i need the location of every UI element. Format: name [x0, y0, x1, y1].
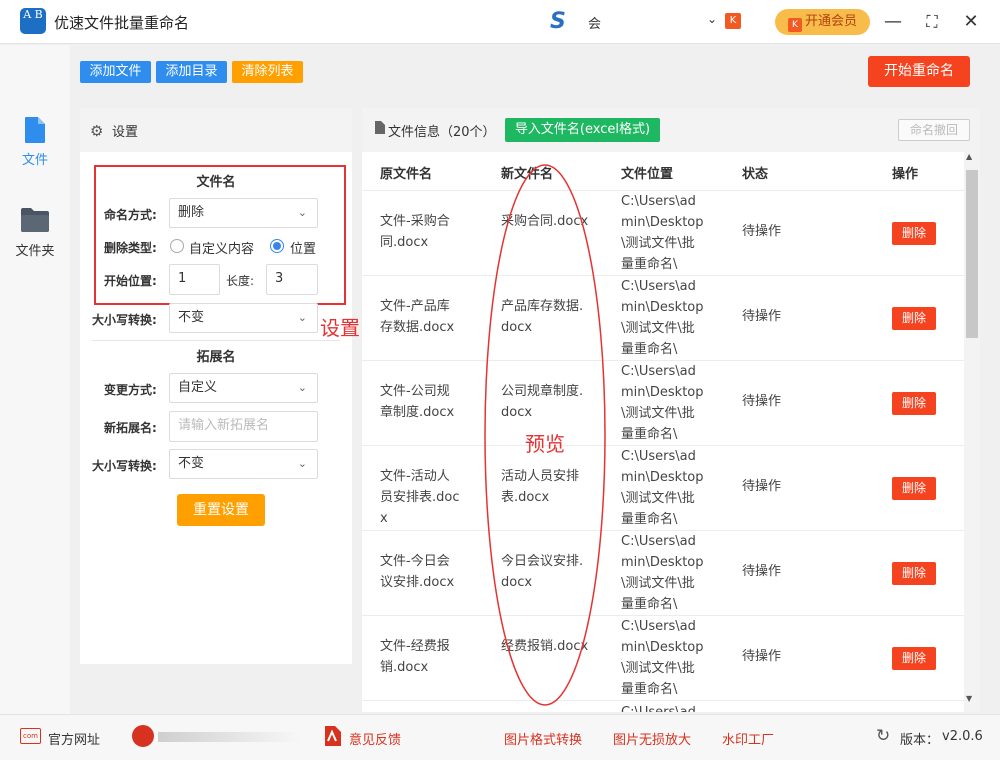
extension-case-select[interactable]: 不变 ⌄: [169, 449, 318, 479]
status-cell: 待操作: [742, 309, 782, 324]
original-name-cell: 文件-采购合同.docx: [380, 214, 450, 250]
new-extension-input[interactable]: 请输入新拓展名: [169, 411, 318, 442]
blurred-text: [158, 732, 300, 742]
undo-rename-button[interactable]: 命名撤回: [898, 119, 970, 141]
annotation-settings-label: 设置: [320, 316, 360, 340]
reset-settings-button[interactable]: 重置设置: [177, 494, 265, 526]
column-header-original[interactable]: 原文件名: [380, 163, 432, 182]
section-divider: [92, 340, 340, 341]
status-cell: 待操作: [742, 649, 782, 664]
extension-section-title: 拓展名: [196, 350, 236, 365]
official-website-link[interactable]: 官方网址: [48, 729, 100, 748]
status-cell: 待操作: [742, 479, 782, 494]
user-name[interactable]: 会: [588, 13, 601, 32]
add-directory-button[interactable]: 添加目录: [156, 61, 227, 83]
location-cell: C:\Users\admin\Desktop\测试文件\批量重命名\: [621, 194, 704, 272]
chevron-down-icon: ⌄: [297, 457, 307, 470]
change-mode-select[interactable]: 自定义 ⌄: [169, 373, 318, 403]
import-excel-button[interactable]: 导入文件名(excel格式): [505, 118, 660, 142]
change-mode-label: 变更方式:: [104, 383, 157, 397]
location-cell: C:\Users\admin\Desktop\测试文件\批量重命名\: [621, 279, 704, 357]
minimize-button[interactable]: —: [879, 8, 907, 36]
original-name-cell: 文件-经费报销.docx: [380, 639, 450, 675]
file-count-label: 文件信息（20个）: [388, 125, 496, 140]
extension-case-label: 大小写转换:: [92, 459, 157, 473]
image-enlarge-link[interactable]: 图片无损放大: [613, 729, 691, 748]
case-convert-label: 大小写转换:: [92, 313, 157, 327]
chevron-down-icon: ⌄: [297, 311, 307, 324]
delete-row-button[interactable]: 删除: [892, 647, 936, 670]
scrollbar-thumb[interactable]: [966, 170, 978, 338]
chevron-down-icon: ⌄: [297, 381, 307, 394]
delete-row-button[interactable]: 删除: [892, 477, 936, 500]
column-header-location[interactable]: 文件位置: [621, 163, 673, 182]
avatar[interactable]: [132, 725, 154, 747]
vip-button[interactable]: K 开通会员: [775, 9, 870, 35]
refresh-icon[interactable]: ↻: [876, 726, 890, 746]
feedback-link[interactable]: 意见反馈: [349, 729, 401, 748]
location-cell: C:\Users\admin\Desktop\测试文件\批量重命名\: [621, 449, 704, 527]
status-cell: 待操作: [742, 564, 782, 579]
chevron-down-icon[interactable]: ⌄: [707, 12, 717, 26]
location-cell: C:\Users\admin\Desktop\测试文件\批量重命名\: [621, 619, 704, 697]
clear-list-button[interactable]: 清除列表: [232, 61, 303, 83]
scroll-up-icon[interactable]: ▲: [966, 152, 972, 161]
version-label: 版本：: [900, 733, 940, 748]
document-icon: [374, 121, 385, 138]
settings-title: 设置: [112, 125, 139, 140]
original-name-cell: 文件-产品库存数据.docx: [380, 299, 455, 335]
column-header-status[interactable]: 状态: [742, 163, 768, 182]
status-cell: 待操作: [742, 224, 782, 239]
vip-icon: K: [787, 18, 802, 32]
start-rename-button[interactable]: 开始重命名: [868, 56, 970, 87]
vip-badge-icon: K: [725, 13, 741, 29]
maximize-button[interactable]: ⛶: [918, 8, 946, 36]
original-name-cell: 文件-活动人员安排表.docx: [380, 469, 460, 526]
image-convert-link[interactable]: 图片格式转换: [504, 729, 582, 748]
version-value: v2.0.6: [942, 729, 983, 744]
delete-row-button[interactable]: 删除: [892, 392, 936, 415]
original-name-cell: 文件-公司规章制度.docx: [380, 384, 455, 420]
case-convert-select[interactable]: 不变 ⌄: [169, 303, 318, 333]
column-header-action[interactable]: 操作: [892, 163, 918, 182]
delete-row-button[interactable]: 删除: [892, 562, 936, 585]
partial-row-location: C:\Users\ad: [621, 702, 696, 712]
delete-row-button[interactable]: 删除: [892, 307, 936, 330]
website-icon[interactable]: com: [20, 728, 41, 744]
app-title: 优速文件批量重命名: [54, 14, 190, 32]
watermark-link[interactable]: 水印工厂: [722, 729, 774, 748]
location-cell: C:\Users\admin\Desktop\测试文件\批量重命名\: [621, 364, 704, 442]
annotation-preview-label: 预览: [525, 432, 565, 456]
gear-icon: ⚙: [90, 122, 104, 140]
add-file-button[interactable]: 添加文件: [80, 61, 151, 83]
feedback-icon[interactable]: [323, 726, 341, 750]
nav-item-file[interactable]: 文件: [0, 149, 70, 168]
file-icon[interactable]: [24, 116, 46, 148]
user-avatar-icon[interactable]: S: [550, 9, 578, 35]
location-cell: C:\Users\admin\Desktop\测试文件\批量重命名\: [621, 534, 704, 612]
new-extension-label: 新拓展名:: [104, 421, 157, 435]
app-logo: A B: [20, 8, 46, 34]
original-name-cell: 文件-今日会议安排.docx: [380, 554, 455, 590]
delete-row-button[interactable]: 删除: [892, 222, 936, 245]
close-button[interactable]: ✕: [957, 8, 985, 36]
annotation-settings-box: [94, 165, 346, 305]
folder-icon[interactable]: [20, 207, 50, 237]
nav-item-folder[interactable]: 文件夹: [0, 240, 70, 259]
scroll-down-icon[interactable]: ▼: [966, 694, 972, 703]
row-divider: [362, 700, 964, 701]
status-cell: 待操作: [742, 394, 782, 409]
